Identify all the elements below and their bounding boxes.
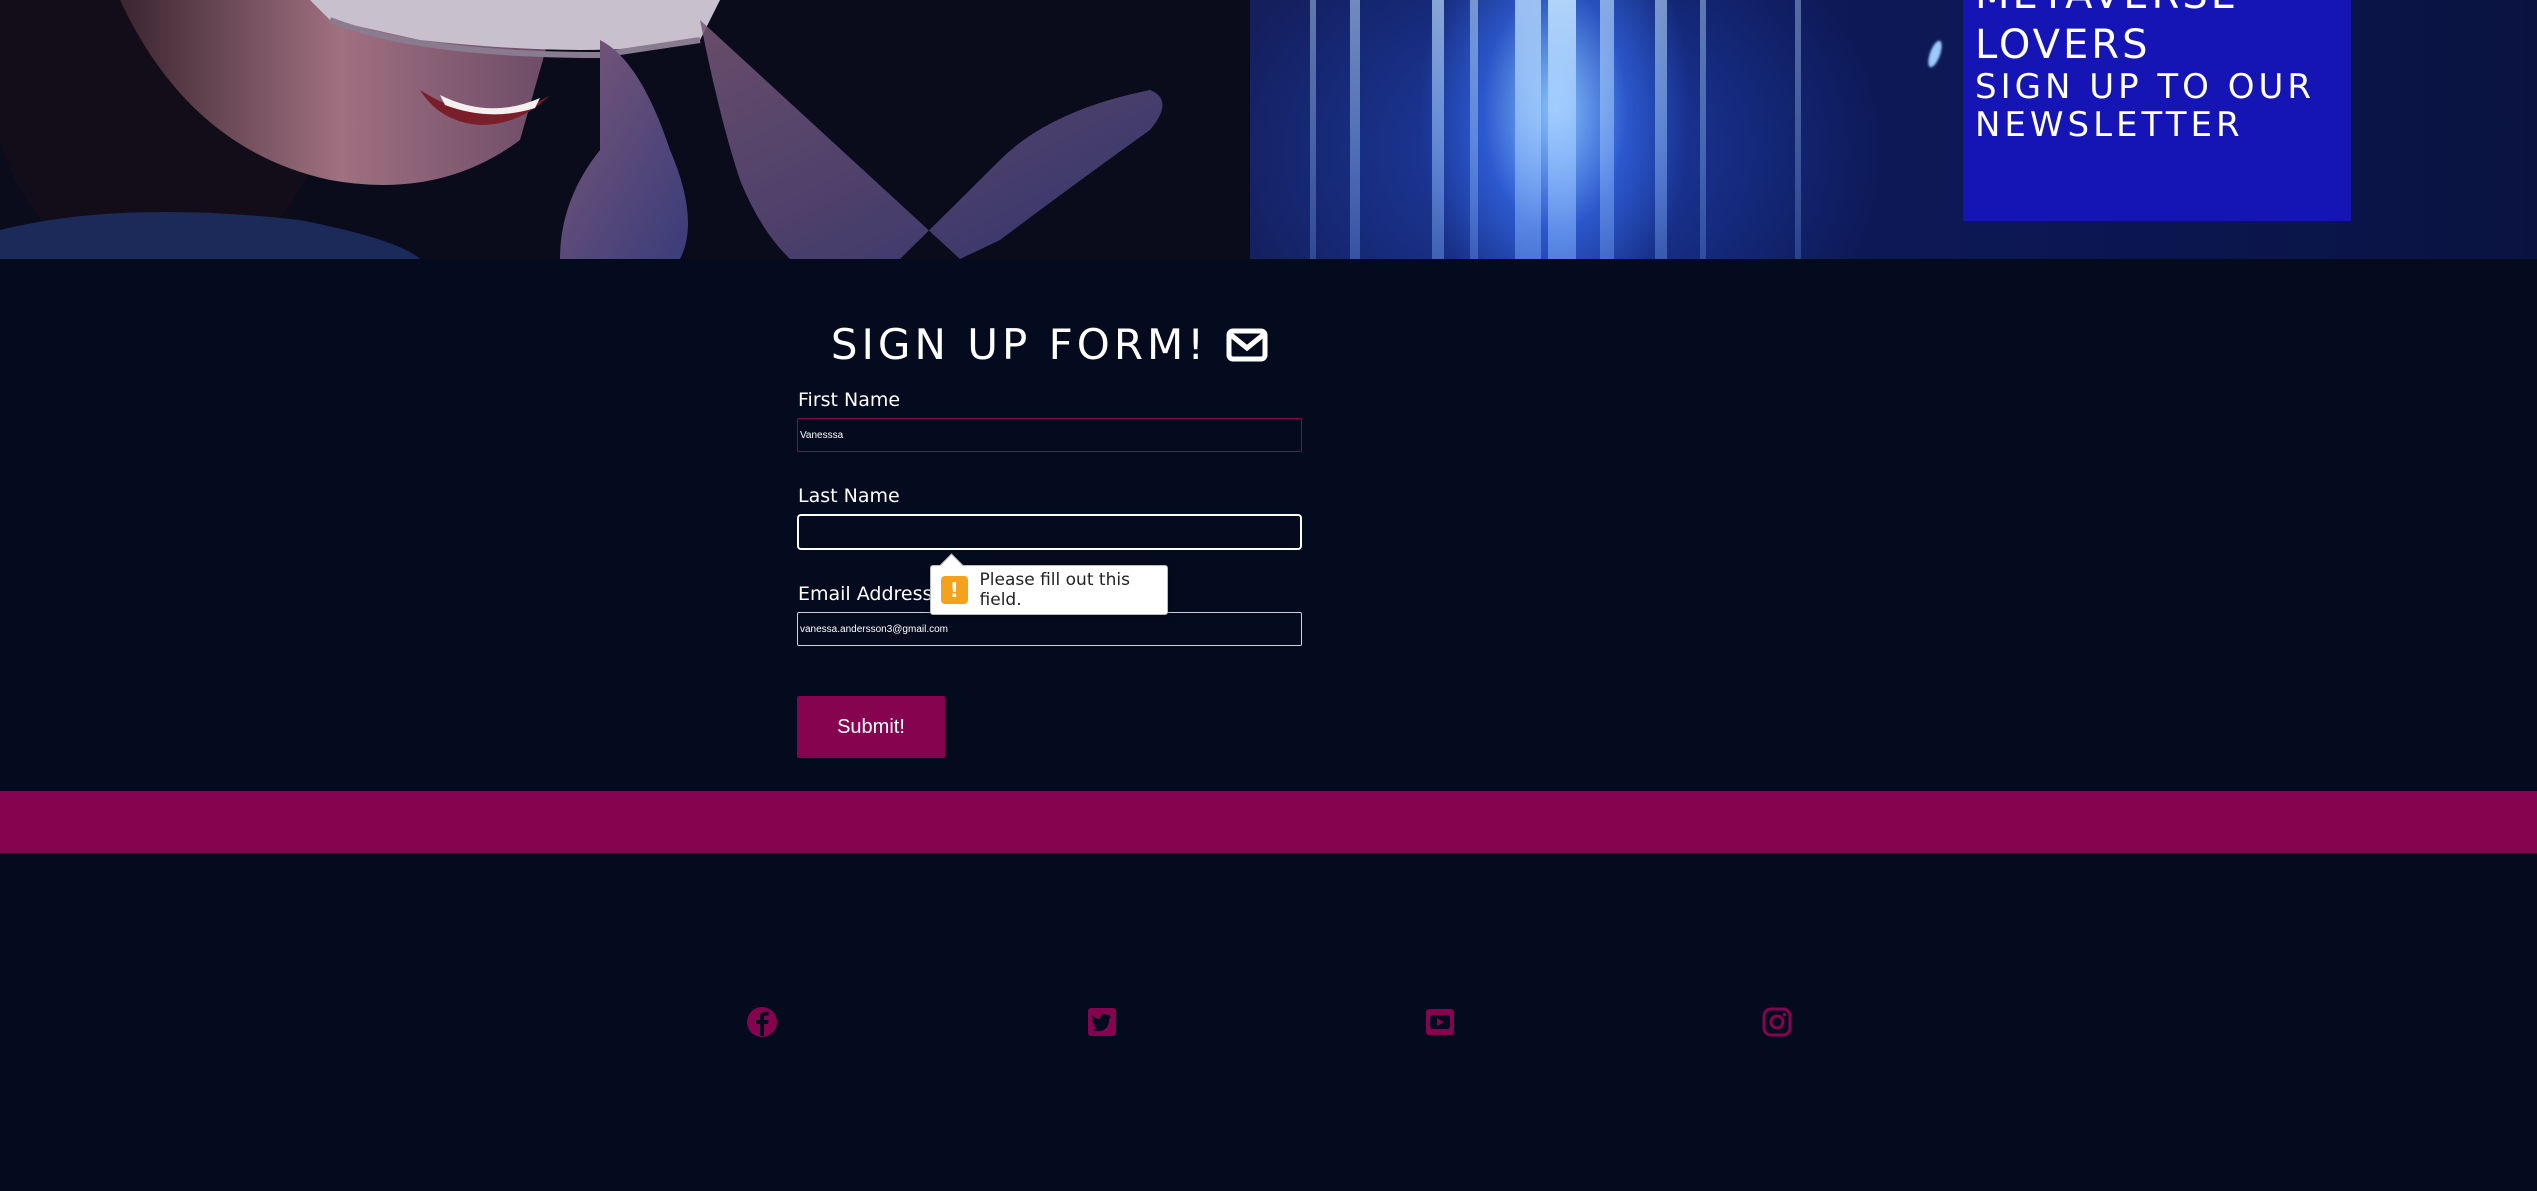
twitter-icon[interactable] xyxy=(1085,1005,1119,1039)
light-beam xyxy=(1548,0,1576,259)
hero-subtitle-line: NEWSLETTER xyxy=(1975,105,2244,145)
signup-form: SIGN UP FORM! First Name Last Name Email… xyxy=(797,310,1302,758)
hero-subtitle: SIGN UP TO OUR NEWSLETTER xyxy=(1975,68,2315,144)
hero-title-line: LOVERS xyxy=(1975,22,2151,68)
validation-tooltip: ! Please fill out this field. xyxy=(930,565,1168,615)
light-beam xyxy=(1432,0,1444,259)
accent-band xyxy=(0,791,2537,853)
first-name-input[interactable] xyxy=(797,418,1302,452)
youtube-icon[interactable] xyxy=(1423,1005,1457,1039)
sparkle xyxy=(1925,39,1945,69)
envelope-icon xyxy=(1226,328,1268,362)
vr-headset-person-image xyxy=(0,0,1250,259)
light-beam xyxy=(1310,0,1316,259)
light-beam xyxy=(1655,0,1667,259)
email-input[interactable] xyxy=(797,612,1302,646)
light-beam xyxy=(1600,0,1614,259)
warning-icon: ! xyxy=(941,576,968,604)
light-beam xyxy=(1350,0,1360,259)
hero-title-line: METAVERSE xyxy=(1975,0,2239,20)
hero-banner: METAVERSE LOVERS SIGN UP TO OUR NEWSLETT… xyxy=(0,0,2537,259)
light-beam xyxy=(1515,0,1541,259)
hero-subtitle-line: SIGN UP TO OUR xyxy=(1975,67,2316,107)
first-name-label: First Name xyxy=(798,389,901,411)
facebook-icon[interactable] xyxy=(745,1005,779,1039)
hero-title: METAVERSE LOVERS xyxy=(1975,0,2239,70)
instagram-icon[interactable] xyxy=(1760,1005,1794,1039)
submit-button[interactable]: Submit! xyxy=(797,696,945,758)
validation-message: Please fill out this field. xyxy=(979,570,1130,610)
form-title: SIGN UP FORM! xyxy=(797,310,1302,380)
light-beam xyxy=(1700,0,1706,259)
last-name-input[interactable] xyxy=(797,514,1302,550)
light-beam xyxy=(1795,0,1801,259)
light-beam xyxy=(1470,0,1478,259)
hero-newsletter-box: METAVERSE LOVERS SIGN UP TO OUR NEWSLETT… xyxy=(1963,0,2351,221)
last-name-label: Last Name xyxy=(798,485,900,507)
form-title-text: SIGN UP FORM! xyxy=(830,320,1209,369)
